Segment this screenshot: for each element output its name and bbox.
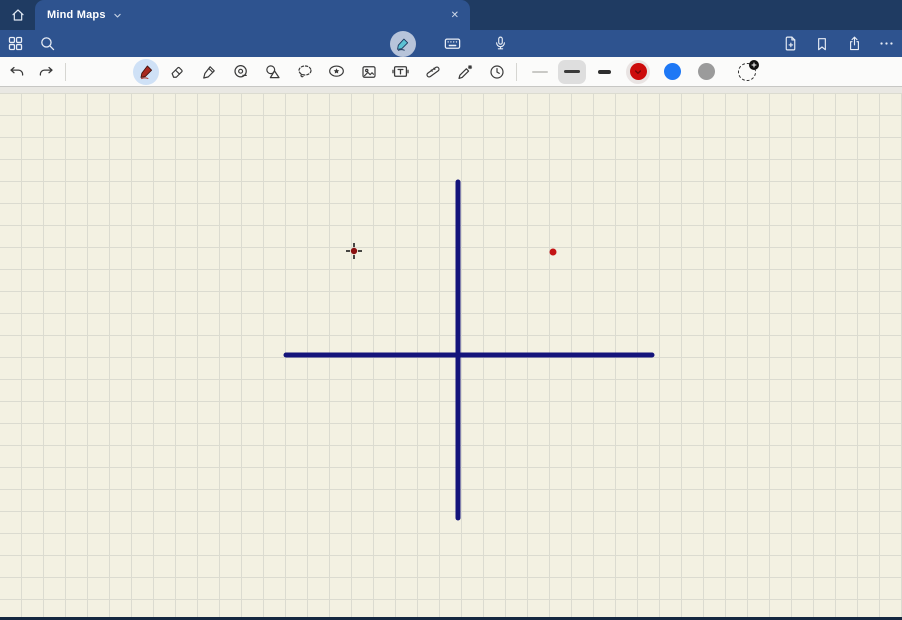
ruler-tool-button[interactable] [418, 59, 447, 85]
shapes-icon [264, 63, 282, 81]
titlebar: Mind Maps ✕ [0, 0, 902, 30]
eraser-tool-button[interactable] [162, 59, 191, 85]
plus-icon [749, 60, 759, 70]
shapes-tool-button[interactable] [258, 59, 287, 85]
bookmark-button[interactable] [810, 32, 834, 56]
stroke-width-thin-button[interactable] [526, 60, 554, 84]
navbar-right-group [778, 32, 902, 56]
navbar-center-group [390, 30, 512, 57]
thin-line-icon [532, 71, 548, 73]
tab-close-button[interactable]: ✕ [451, 0, 459, 30]
color-red-button[interactable] [626, 60, 650, 84]
lasso-tool-button[interactable] [290, 59, 319, 85]
clock-icon [488, 63, 506, 81]
toolbar-divider [516, 63, 517, 81]
share-icon [846, 35, 863, 52]
bookmark-icon [814, 36, 830, 52]
smart-pen-icon [456, 63, 474, 81]
canvas-area [0, 87, 902, 620]
chevron-down-icon [634, 68, 642, 76]
blue-swatch [664, 63, 681, 80]
lasso-icon [296, 63, 314, 81]
image-tool-button[interactable] [354, 59, 383, 85]
add-page-icon [782, 35, 799, 52]
search-button[interactable] [35, 32, 59, 56]
add-color-button[interactable] [738, 63, 756, 81]
chevron-down-icon[interactable] [113, 11, 122, 20]
keyboard-button[interactable] [440, 32, 464, 56]
red-swatch [630, 63, 647, 80]
documents-grid-button[interactable] [3, 32, 27, 56]
notes-app-window: Mind Maps ✕ [0, 0, 902, 620]
home-button[interactable] [0, 0, 35, 30]
home-icon [10, 7, 26, 23]
stickers-icon [327, 62, 346, 81]
add-page-button[interactable] [778, 32, 802, 56]
ruler-icon [424, 63, 442, 81]
tab-title: Mind Maps [47, 9, 106, 21]
note-page[interactable] [0, 93, 902, 617]
timer-tool-button[interactable] [482, 59, 511, 85]
smart-pen-tool-button[interactable] [450, 59, 479, 85]
search-icon [39, 35, 56, 52]
highlighter-tool-button[interactable] [194, 59, 223, 85]
main-toolbar [0, 30, 902, 57]
stroke-width-medium-button[interactable] [558, 60, 586, 84]
toolbar-divider [65, 63, 66, 81]
pen-mode-button[interactable] [390, 31, 416, 57]
color-swatch-group [626, 60, 756, 84]
share-button[interactable] [842, 32, 866, 56]
stickers-tool-button[interactable] [322, 59, 351, 85]
color-blue-button[interactable] [660, 60, 684, 84]
undo-icon [8, 63, 26, 81]
pen-mode-icon [395, 36, 411, 52]
tape-icon [232, 63, 250, 81]
gray-swatch [698, 63, 715, 80]
keyboard-icon [443, 34, 462, 53]
medium-line-icon [564, 70, 580, 73]
tools-group [133, 59, 511, 85]
eraser-icon [168, 63, 186, 81]
microphone-icon [492, 35, 509, 52]
navbar-left-group [0, 32, 59, 56]
text-box-icon [391, 62, 410, 81]
redo-button[interactable] [31, 59, 60, 85]
highlighter-icon [200, 63, 218, 81]
pen-tool-button[interactable] [133, 59, 159, 85]
color-gray-button[interactable] [694, 60, 718, 84]
document-tab[interactable]: Mind Maps ✕ [35, 0, 470, 30]
thick-line-icon [598, 70, 611, 74]
ellipsis-icon [878, 35, 895, 52]
redo-icon [37, 63, 55, 81]
tape-tool-button[interactable] [226, 59, 255, 85]
microphone-button[interactable] [488, 32, 512, 56]
stroke-width-group [526, 60, 618, 84]
stroke-width-thick-button[interactable] [590, 60, 618, 84]
more-options-button[interactable] [874, 32, 898, 56]
apps-grid-icon [7, 35, 24, 52]
image-icon [360, 63, 378, 81]
undo-button[interactable] [2, 59, 31, 85]
pen-icon [138, 63, 155, 80]
text-tool-button[interactable] [386, 59, 415, 85]
drawing-toolbar [0, 57, 902, 87]
